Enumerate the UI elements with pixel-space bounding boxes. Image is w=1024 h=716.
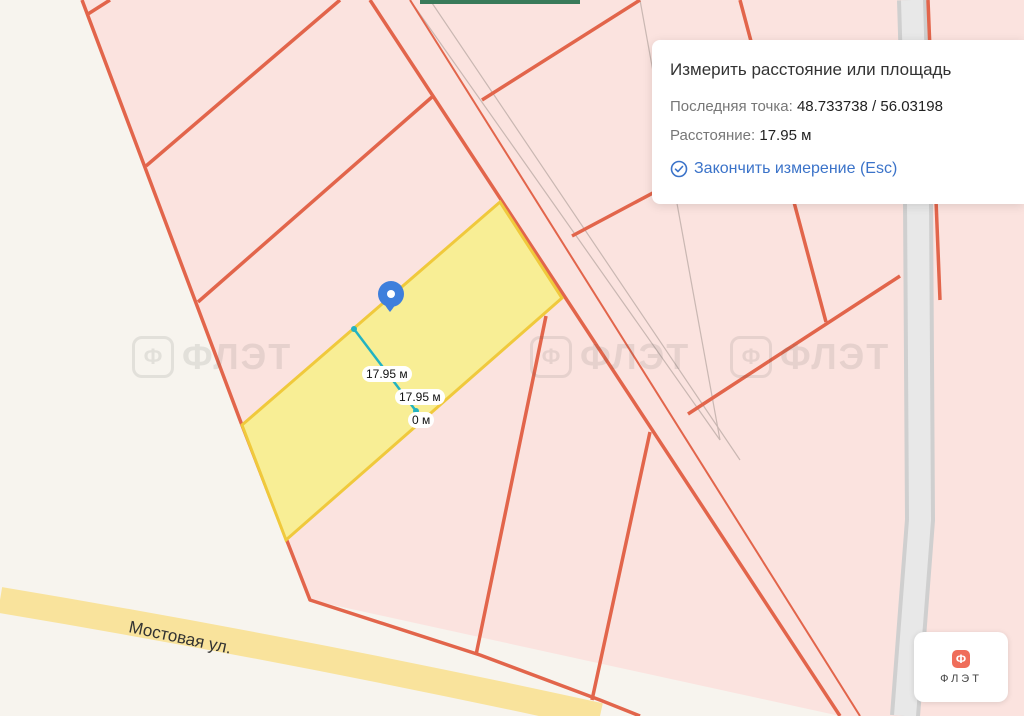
check-circle-icon: [670, 160, 688, 178]
flat-logo[interactable]: Ф ФЛЭТ: [914, 632, 1008, 702]
distance-value: 17.95 м: [759, 127, 812, 144]
watermark: Ф ФЛЭТ: [730, 336, 890, 378]
last-point-label: Последняя точка:: [670, 98, 793, 115]
watermark-badge: Ф: [530, 336, 572, 378]
watermark-text: ФЛЭТ: [182, 336, 293, 377]
top-strip: [420, 0, 580, 4]
watermark: Ф ФЛЭТ: [132, 336, 292, 378]
panel-title: Измерить расстояние или площадь: [670, 60, 952, 79]
watermark-badge: Ф: [132, 336, 174, 378]
distance-label: Расстояние:: [670, 127, 756, 144]
watermark-text: ФЛЭТ: [580, 336, 691, 377]
logo-badge: Ф: [952, 649, 970, 668]
last-point-value: 48.733738 / 56.03198: [796, 98, 943, 115]
segment-label: 0 м: [408, 412, 435, 428]
watermark-badge: Ф: [730, 336, 772, 378]
watermark-text: ФЛЭТ: [780, 336, 891, 377]
finish-measurement-label: Закончить измерение (Esc): [694, 160, 898, 177]
watermark: Ф ФЛЭТ: [530, 336, 690, 378]
measure-point-start[interactable]: [351, 326, 357, 332]
last-point-row: Последняя точка: 48.733738 / 56.03198: [670, 98, 1006, 115]
finish-measurement-button[interactable]: Закончить измерение (Esc): [670, 160, 1006, 178]
logo-text: ФЛЭТ: [940, 672, 982, 685]
measure-panel: Измерить расстояние или площадь Последня…: [652, 40, 1024, 204]
segment-label: 17.95 м: [395, 389, 445, 405]
segment-label: 17.95 м: [362, 366, 412, 382]
distance-row: Расстояние: 17.95 м: [670, 127, 1006, 144]
